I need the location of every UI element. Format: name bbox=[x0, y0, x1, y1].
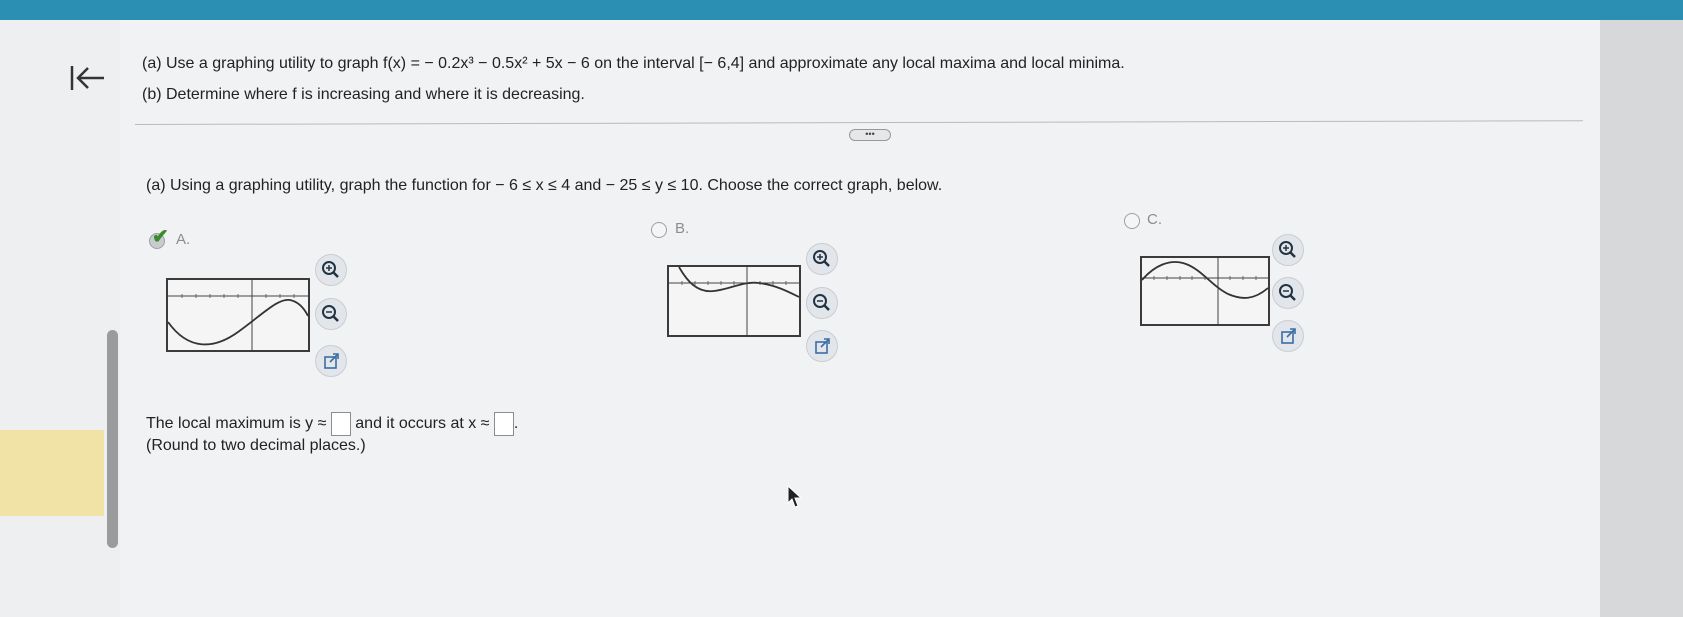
rounding-hint: (Round to two decimal places.) bbox=[146, 437, 366, 454]
local-max-y-input[interactable] bbox=[330, 412, 351, 436]
option-b-radio[interactable] bbox=[651, 222, 667, 238]
answer-line: The local maximum is y ≈ and it occurs a… bbox=[146, 412, 518, 436]
option-c-radio[interactable] bbox=[1124, 213, 1140, 229]
page-edge bbox=[1600, 20, 1683, 617]
option-b-zoom-out-icon[interactable] bbox=[806, 287, 838, 319]
answer-prefix: The local maximum is y ≈ bbox=[146, 415, 327, 433]
option-b-label: B. bbox=[675, 220, 690, 237]
option-b-zoom-in-icon[interactable] bbox=[806, 243, 838, 275]
question-instruction: (a) Using a graphing utility, graph the … bbox=[146, 177, 943, 194]
option-b-open-window-icon[interactable] bbox=[806, 330, 838, 362]
local-max-x-input[interactable] bbox=[493, 412, 514, 436]
option-c-label: C. bbox=[1147, 211, 1162, 228]
question-highlight bbox=[0, 430, 104, 516]
answer-suffix: . bbox=[513, 415, 519, 433]
scrollbar-thumb[interactable] bbox=[107, 330, 118, 548]
collapse-left-icon[interactable] bbox=[68, 62, 108, 94]
top-banner bbox=[0, 0, 1683, 20]
problem-part-b: (b) Determine where f is increasing and … bbox=[142, 86, 585, 103]
option-c-zoom-out-icon[interactable] bbox=[1272, 277, 1304, 309]
option-c-zoom-in-icon[interactable] bbox=[1272, 234, 1304, 266]
option-c-graph[interactable] bbox=[1140, 256, 1270, 326]
option-a-open-window-icon[interactable] bbox=[315, 345, 347, 377]
option-a-zoom-out-icon[interactable] bbox=[315, 298, 347, 330]
option-a-graph[interactable] bbox=[166, 278, 310, 352]
option-a-zoom-in-icon[interactable] bbox=[315, 254, 347, 286]
more-button[interactable]: ••• bbox=[849, 129, 891, 141]
mouse-cursor-icon bbox=[787, 485, 803, 508]
problem-part-a: (a) Use a graphing utility to graph f(x)… bbox=[142, 55, 1125, 72]
left-gutter bbox=[0, 20, 120, 617]
checkmark-icon: ✔ bbox=[152, 226, 169, 248]
answer-middle: and it occurs at x ≈ bbox=[355, 415, 490, 433]
option-b-graph[interactable] bbox=[667, 265, 801, 337]
option-a-label: A. bbox=[176, 231, 191, 248]
option-c-open-window-icon[interactable] bbox=[1272, 320, 1304, 352]
